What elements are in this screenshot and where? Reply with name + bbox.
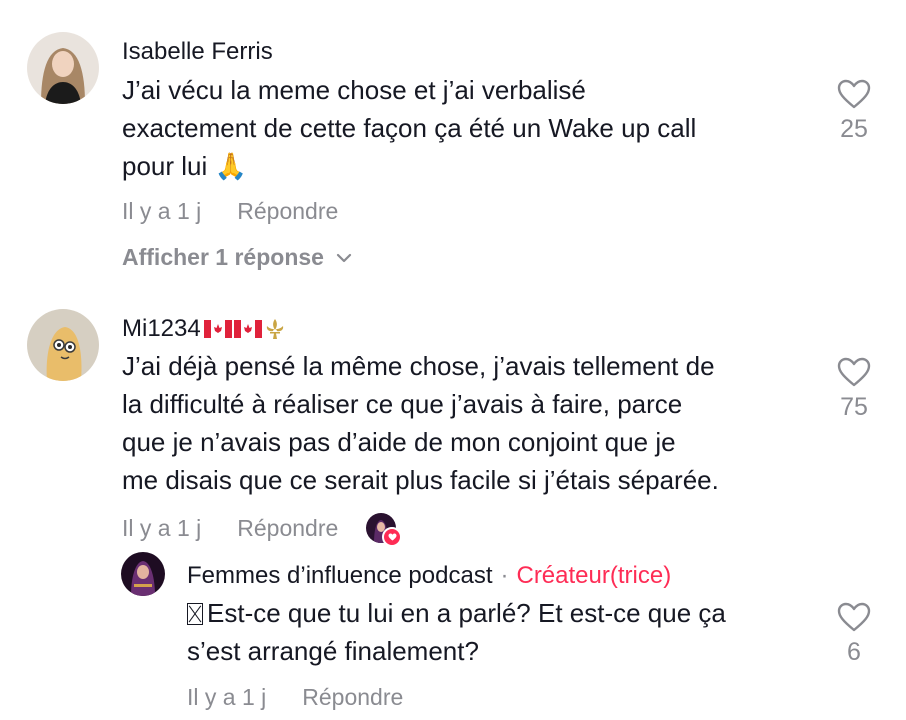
comment-username[interactable]: Mi1234 xyxy=(122,315,286,343)
comment-text-line: la difficulté à réaliser ce que j’avais … xyxy=(122,389,683,419)
like-button[interactable]: 25 xyxy=(824,79,884,144)
comment-meta: Il y a 1 j Répondre xyxy=(122,198,338,225)
like-button[interactable]: 75 xyxy=(824,357,884,422)
comment-time: Il y a 1 j xyxy=(122,514,202,541)
avatar[interactable] xyxy=(121,552,165,596)
comment-time: Il y a 1 j xyxy=(187,684,267,710)
reply-button[interactable]: Répondre xyxy=(302,684,403,711)
canada-flag-icon xyxy=(203,320,232,338)
avatar[interactable] xyxy=(27,32,99,104)
user-photo-icon xyxy=(27,32,99,104)
comment-text-line: s’est arrangé finalement? xyxy=(187,636,479,666)
heart-outline-icon xyxy=(837,602,871,632)
comment-meta: Il y a 1 j Répondre xyxy=(187,684,403,711)
comment-text-line: exactement de cette façon ça été un Wake… xyxy=(122,113,697,143)
comment-time: Il y a 1 j xyxy=(122,198,202,224)
reply-button[interactable]: Répondre xyxy=(237,198,338,225)
chevron-down-icon xyxy=(336,253,352,262)
comment-text-line: J’ai vécu la meme chose et j’ai verbalis… xyxy=(122,75,586,105)
missing-glyph-icon xyxy=(187,603,203,625)
comment-text-line: me disais que ce serait plus facile si j… xyxy=(122,465,719,495)
fleur-de-lis-icon xyxy=(266,319,283,339)
comment-username[interactable]: Isabelle Ferris xyxy=(122,38,273,66)
praying-hands-emoji: 🙏 xyxy=(214,151,247,181)
comment-meta: Il y a 1 j Répondre xyxy=(122,513,403,547)
separator-dot: · xyxy=(500,562,509,589)
creator-badge: Créateur(trice) xyxy=(516,562,672,589)
show-replies-label: Afficher 1 réponse xyxy=(122,244,324,270)
creator-avatar-icon xyxy=(121,552,165,596)
comment-text: J’ai déjà pensé la même chose, j’avais t… xyxy=(122,347,822,499)
comment-text-line: J’ai déjà pensé la même chose, j’avais t… xyxy=(122,351,715,381)
creator-liked-indicator xyxy=(366,513,403,547)
show-replies-button[interactable]: Afficher 1 réponse xyxy=(122,244,352,271)
heart-outline-icon xyxy=(837,79,871,109)
comment-text-line: que je n’avais pas d’aide de mon conjoin… xyxy=(122,427,676,457)
like-count: 25 xyxy=(840,115,868,143)
comment-text-line: pour lui 🙏 xyxy=(122,151,247,181)
avatar[interactable] xyxy=(27,309,99,381)
comment-text: J’ai vécu la meme chose et j’ai verbalis… xyxy=(122,71,822,185)
heart-filled-icon xyxy=(382,527,403,547)
reply-button[interactable]: Répondre xyxy=(237,515,338,542)
like-count: 6 xyxy=(847,638,861,666)
canada-flag-icon xyxy=(233,320,262,338)
reply-username[interactable]: Femmes d’influence podcast xyxy=(187,562,492,589)
like-button[interactable]: 6 xyxy=(824,602,884,667)
cartoon-avatar-icon xyxy=(27,309,99,381)
like-count: 75 xyxy=(840,393,868,421)
reply-username-row: Femmes d’influence podcast · Créateur(tric… xyxy=(187,562,671,590)
heart-outline-icon xyxy=(837,357,871,387)
reply-text: Est-ce que tu lui en a parlé? Et est-ce … xyxy=(187,594,817,670)
comment-text-line: Est-ce que tu lui en a parlé? Et est-ce … xyxy=(187,594,817,632)
